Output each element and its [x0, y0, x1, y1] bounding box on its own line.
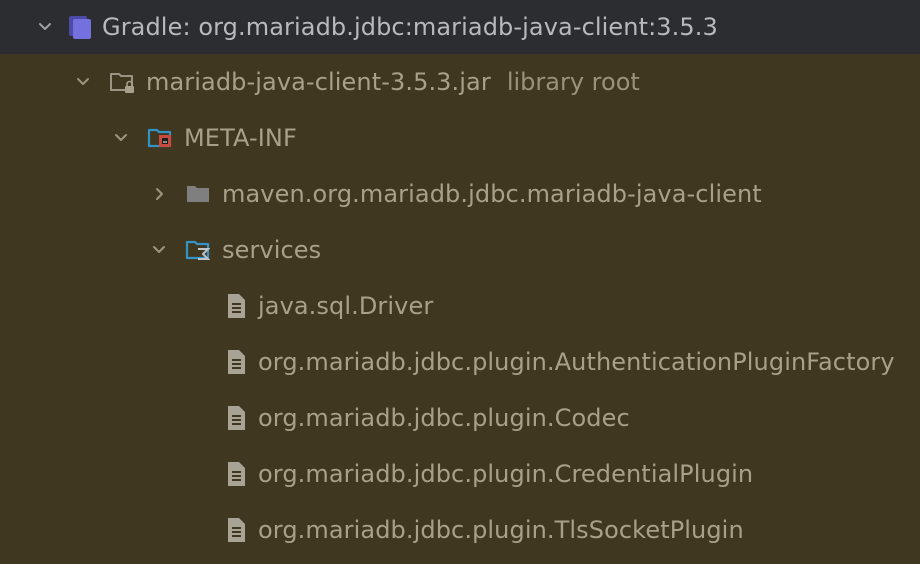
- list-item[interactable]: org.mariadb.jdbc.plugin.TlsSocketPlugin: [0, 502, 920, 558]
- file-label: org.mariadb.jdbc.plugin.AuthenticationPl…: [258, 348, 895, 376]
- tree-row-maven-folder[interactable]: maven.org.mariadb.jdbc.mariadb-java-clie…: [0, 166, 920, 222]
- list-item[interactable]: org.mariadb.jdbc.plugin.Codec: [0, 390, 920, 446]
- services-folder-icon: [184, 236, 212, 264]
- file-label: java.sql.Driver: [258, 292, 434, 320]
- chevron-down-icon[interactable]: [72, 71, 94, 93]
- text-file-icon: [222, 292, 250, 320]
- text-file-icon: [222, 460, 250, 488]
- text-file-icon: [222, 404, 250, 432]
- gradle-library-icon: [66, 13, 94, 41]
- list-item[interactable]: java.sql.Driver: [0, 278, 920, 334]
- chevron-down-icon[interactable]: [110, 127, 132, 149]
- chevron-down-icon[interactable]: [34, 16, 56, 38]
- meta-inf-label: META-INF: [184, 124, 297, 152]
- list-item[interactable]: org.mariadb.jdbc.plugin.CredentialPlugin: [0, 446, 920, 502]
- chevron-right-icon[interactable]: [148, 183, 170, 205]
- maven-folder-label: maven.org.mariadb.jdbc.mariadb-java-clie…: [222, 180, 762, 208]
- meta-inf-folder-icon: [146, 124, 174, 152]
- list-item[interactable]: org.mariadb.jdbc.plugin.AuthenticationPl…: [0, 334, 920, 390]
- text-file-icon: [222, 516, 250, 544]
- library-root-label: library root: [506, 68, 640, 96]
- file-label: org.mariadb.jdbc.plugin.TlsSocketPlugin: [258, 516, 744, 544]
- text-file-icon: [222, 348, 250, 376]
- file-label: org.mariadb.jdbc.plugin.CredentialPlugin: [258, 460, 754, 488]
- tree-row-services[interactable]: services: [0, 222, 920, 278]
- tree-row-meta-inf[interactable]: META-INF: [0, 110, 920, 166]
- locked-folder-icon: [108, 68, 136, 96]
- folder-icon: [184, 180, 212, 208]
- jar-label: mariadb-java-client-3.5.3.jar: [146, 68, 491, 96]
- gradle-dependency-label: Gradle: org.mariadb.jdbc:mariadb-java-cl…: [102, 13, 718, 41]
- tree-row-gradle-dependency[interactable]: Gradle: org.mariadb.jdbc:mariadb-java-cl…: [0, 0, 920, 54]
- chevron-down-icon[interactable]: [148, 239, 170, 261]
- file-label: org.mariadb.jdbc.plugin.Codec: [258, 404, 630, 432]
- tree-row-jar[interactable]: mariadb-java-client-3.5.3.jar library ro…: [0, 54, 920, 110]
- project-tree: Gradle: org.mariadb.jdbc:mariadb-java-cl…: [0, 0, 920, 564]
- services-label: services: [222, 236, 322, 264]
